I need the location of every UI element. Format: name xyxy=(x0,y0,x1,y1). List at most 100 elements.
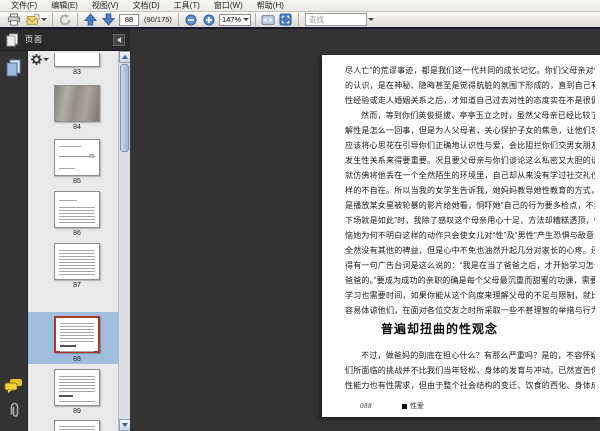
page-footer: 088 性爱 xyxy=(360,401,424,411)
menu-tools[interactable]: 工具(T) xyxy=(167,0,207,12)
thumbnail-page-84[interactable] xyxy=(54,85,100,122)
full-screen-button[interactable] xyxy=(277,12,295,27)
toolbar-separator xyxy=(254,13,256,26)
thumbnail-page-90[interactable] xyxy=(54,420,100,431)
find-dropdown-caret[interactable] xyxy=(367,18,374,21)
page-count-label: (90/175) xyxy=(144,15,172,24)
footer-page-number: 088 xyxy=(360,402,372,410)
fit-width-button[interactable] xyxy=(259,12,277,27)
scroll-up-icon xyxy=(122,55,128,59)
thumbnail-label: 83 xyxy=(73,69,81,76)
sidebar-header: 页面 xyxy=(0,29,130,51)
page-number-input[interactable] xyxy=(119,13,139,26)
footer-section-label: 性爱 xyxy=(410,403,424,410)
next-page-button[interactable] xyxy=(99,12,117,27)
text-line: 就仿佛将他丢在一个全然陌生的环境里，自己却从来没有学过社交礼仪那 xyxy=(345,171,595,180)
zoom-out-button[interactable] xyxy=(182,12,200,27)
page-thumbnails-panel: 83 84 85 86 87 88 89 xyxy=(28,51,131,431)
thumbnail-label: 89 xyxy=(73,408,81,415)
pages-panel-icon xyxy=(6,33,19,47)
text-line: 发生性关系来得要重要。况且要父母亲与你们谈论这么私密又大胆的话题， xyxy=(345,156,595,165)
previous-page-button[interactable] xyxy=(81,12,99,27)
body-paragraphs: 尽人亡”的荒谬事迹，都是我们这一代共同的成长记忆。你们父母亲对性 的认识，是在神… xyxy=(345,63,595,318)
pages-tab-icon[interactable] xyxy=(5,59,22,77)
second-section-paragraph: 不过，做爸妈的到底在担心什么？有那么严重吗？是的，不容怀疑！你 们所面临的挑战并… xyxy=(345,348,595,393)
thumbnail-page-86[interactable] xyxy=(54,191,100,228)
thumbnail-scrollbar[interactable] xyxy=(118,51,131,431)
find-input[interactable] xyxy=(304,13,367,26)
menu-window[interactable]: 窗口(W) xyxy=(207,0,250,12)
footer-square-icon xyxy=(402,403,407,409)
collapse-arrow-icon xyxy=(117,37,121,43)
printer-icon xyxy=(7,13,21,26)
thumbnail-label: 88 xyxy=(73,356,81,363)
toolbar: (90/175) 147% xyxy=(0,12,600,29)
arrow-down-icon xyxy=(101,13,115,26)
text-line: 下场就是如此”时，我除了感叹这个母亲用心十足，方法却糟糕透顶，懊 xyxy=(345,216,595,225)
thumbnail-page-89[interactable] xyxy=(54,369,100,406)
text-line: 性经验或走人婚姻关系之后，才知道自己过去对性的态度实在不是很健康。 xyxy=(345,96,595,105)
panel-options-caret xyxy=(43,58,49,61)
comments-tab-icon[interactable] xyxy=(4,378,23,393)
text-line: 是播放某女星被轮暴的影片给她看，恫吓她“自己的行为要多检点，不然 xyxy=(345,201,595,210)
thumbnail-label: 86 xyxy=(73,230,81,237)
navigation-strip xyxy=(0,51,28,431)
text-line: 得有一句广告台词是这么说的：“我是在当了爸爸之后，才开始学习怎么当 xyxy=(345,261,595,270)
menu-bar: 文件(F) 编辑(E) 视图(V) 文档(D) 工具(T) 窗口(W) 帮助(H… xyxy=(0,0,600,12)
email-dropdown-caret xyxy=(40,18,47,21)
full-screen-icon xyxy=(279,13,292,26)
email-icon xyxy=(26,13,40,26)
text-line: 尽人亡”的荒谬事迹，都是我们这一代共同的成长记忆。你们父母亲对性 xyxy=(345,66,595,75)
thumbnail-page-83[interactable] xyxy=(54,53,100,67)
text-line: 恼她为何不明白这样的动作只会使女儿对“性”及“男性”产生恐惧与敌意外， xyxy=(345,231,595,240)
toolbar-separator xyxy=(297,13,299,26)
menu-help[interactable]: 帮助(H) xyxy=(250,0,291,12)
attachments-tab-icon[interactable] xyxy=(8,402,21,419)
menu-file[interactable]: 文件(F) xyxy=(4,0,44,12)
text-line: 容易体谅他们，在面对各位交友之时所采取一些不甚理智的举措与行为。 xyxy=(345,306,595,315)
email-button[interactable] xyxy=(23,12,49,27)
zoom-level-value: 147% xyxy=(221,15,242,24)
text-line: 应该将心思花在引导你们正确地认识性与爱，会比阻拦你们交男女朋友或 xyxy=(345,141,595,150)
previous-view-icon xyxy=(58,13,72,26)
text-line: 不过，做爸妈的到底在担心什么？有那么严重吗？是的，不容怀疑！你 xyxy=(361,351,595,360)
print-button[interactable] xyxy=(5,12,23,27)
text-line: 样的不自在。所以当我的女学生告诉我，她妈妈教导她性教育的方式，就 xyxy=(345,186,595,195)
document-page: 尽人亡”的荒谬事迹，都是我们这一代共同的成长记忆。你们父母亲对性 的认识，是在神… xyxy=(322,55,600,417)
fit-width-icon xyxy=(261,14,275,26)
menu-document[interactable]: 文档(D) xyxy=(126,0,167,12)
scrollbar-thumb[interactable] xyxy=(120,64,129,152)
text-line: 性能力也有性需求，但由于整个社会结构的变迁、饮食的西化、身体成熟的 xyxy=(345,381,595,390)
thumbnail-label: 85 xyxy=(73,178,81,185)
document-pane[interactable]: 尽人亡”的荒谬事迹，都是我们这一代共同的成长记忆。你们父母亲对性 的认识，是在神… xyxy=(130,29,600,431)
zoom-out-icon xyxy=(185,14,197,26)
menu-view[interactable]: 视图(V) xyxy=(85,0,126,12)
thumbnail-page-87[interactable] xyxy=(54,243,100,280)
text-line: 解性是怎么一回事，但是为人父母者，关心保护子女的焦急，让他们忘了 xyxy=(345,126,595,135)
thumbnail-label: 87 xyxy=(73,282,81,289)
text-line: 们所面临的挑战并不比我们当年轻松，身体的发育与冲动，已然宣告你具备 xyxy=(345,366,595,375)
toolbar-separator xyxy=(177,13,179,26)
text-line: 全然没有其他的裨益，但是心中不免也油然升起几分对家长的心疼。还记 xyxy=(345,246,595,255)
text-line: 学习也需要时间，如果你能从这个向度来理解父母的不足与限制，就比较 xyxy=(345,291,595,300)
gear-icon xyxy=(31,54,42,65)
pages-panel-title: 页面 xyxy=(25,35,43,44)
toolbar-separator xyxy=(52,13,53,26)
zoom-in-button[interactable] xyxy=(200,12,218,27)
toolbar-separator xyxy=(77,13,78,26)
thumbnail-page-88-selected[interactable] xyxy=(54,316,100,353)
thumbnail-page-85[interactable] xyxy=(54,139,100,176)
panel-options-button[interactable] xyxy=(31,54,49,65)
section-heading: 普遍却扭曲的性观念 xyxy=(381,322,499,336)
zoom-in-icon xyxy=(203,14,215,26)
previous-view-button[interactable] xyxy=(56,12,74,27)
text-line: 爸爸的。”要成为成功的亲职的确是每个父母最沉重而甜蜜的功课，需要 xyxy=(345,276,595,285)
zoom-level-select[interactable]: 147% xyxy=(218,13,251,26)
menu-edit[interactable]: 编辑(E) xyxy=(44,0,85,12)
collapse-panel-button[interactable] xyxy=(113,34,125,46)
text-line: 的认识，是在神秘、隐晦甚至是觉得肮脏的氛围下形成的，直到自己有了 xyxy=(345,81,595,90)
scroll-down-icon xyxy=(122,423,128,427)
zoom-dropdown-caret xyxy=(242,18,249,21)
content-area: 页面 83 84 85 86 87 88 89 尽人亡”的荒谬事迹，都是我们这一… xyxy=(0,29,600,431)
arrow-up-icon xyxy=(83,13,97,26)
